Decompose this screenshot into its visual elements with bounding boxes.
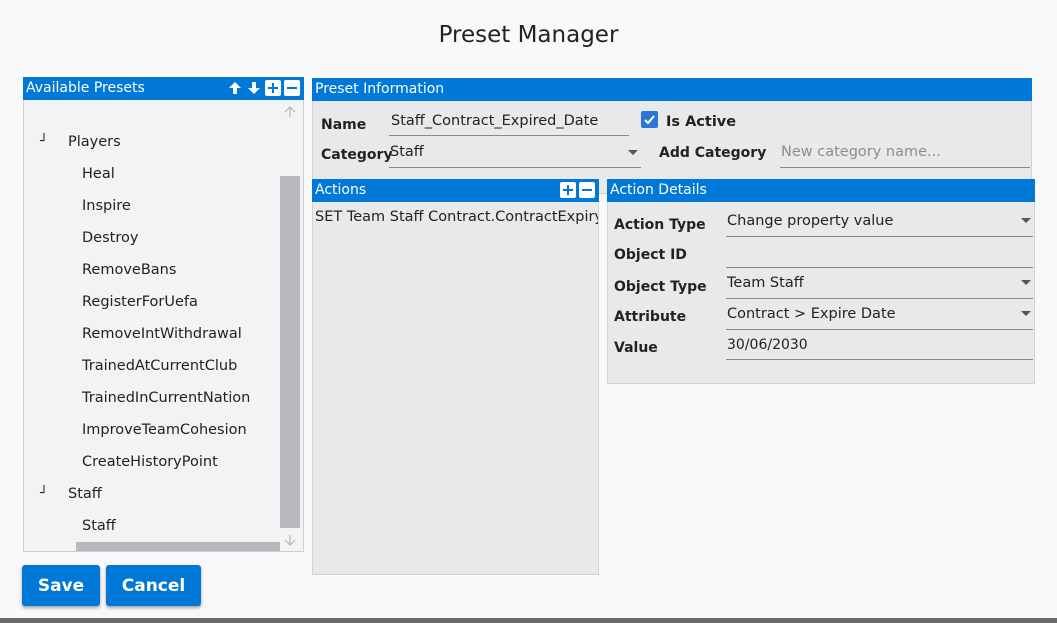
name-input[interactable]: Staff_Contract_Expired_Date xyxy=(391,113,598,129)
chevron-down-icon[interactable] xyxy=(1021,280,1031,285)
available-presets-header: Available Presets xyxy=(23,77,304,100)
scroll-down-icon[interactable] xyxy=(284,534,296,546)
is-active-label: Is Active xyxy=(666,114,737,130)
action-details-panel: Action Details Action Type Change proper… xyxy=(607,179,1035,384)
value-label: Value xyxy=(614,340,658,356)
tree-item-createhistorypoint[interactable]: CreateHistoryPoint xyxy=(24,446,218,478)
tree-item-destroy[interactable]: Destroy xyxy=(24,222,138,254)
scroll-thumb[interactable] xyxy=(280,176,300,528)
chevron-down-icon[interactable] xyxy=(628,150,638,155)
preset-information-panel: Preset Information Name Staff_Contract_E… xyxy=(312,78,1032,194)
presets-tree: ┘ Players Heal Inspire Destroy RemoveBan… xyxy=(23,100,304,552)
name-label: Name xyxy=(321,117,367,133)
action-type-dropdown[interactable]: Change property value xyxy=(727,213,893,229)
tree-item-removebans[interactable]: RemoveBans xyxy=(24,254,176,286)
add-action-icon[interactable] xyxy=(560,182,576,198)
value-input[interactable]: 30/06/2030 xyxy=(727,337,808,353)
available-presets-panel: Available Presets ┘ Players Heal Inspire… xyxy=(23,77,304,552)
tree-item-registerforuefa[interactable]: RegisterForUefa xyxy=(24,286,198,318)
available-presets-title: Available Presets xyxy=(26,80,145,96)
arrow-down-icon[interactable] xyxy=(246,80,262,96)
object-id-label: Object ID xyxy=(614,247,687,263)
tree-item-improveteamcohesion[interactable]: ImproveTeamCohesion xyxy=(24,414,247,446)
add-category-input[interactable]: New category name... xyxy=(781,144,941,160)
cancel-button[interactable]: Cancel xyxy=(106,565,201,606)
remove-action-icon[interactable] xyxy=(579,182,595,198)
actions-list: SET Team Staff Contract.ContractExpiryDa… xyxy=(312,202,599,575)
action-list-item[interactable]: SET Team Staff Contract.ContractExpiryDa… xyxy=(313,206,598,228)
collapse-icon[interactable]: ┘ xyxy=(40,126,48,158)
preset-information-header: Preset Information xyxy=(312,78,1032,101)
tree-group-staff[interactable]: ┘ Staff xyxy=(24,478,102,510)
tree-item-inspire[interactable]: Inspire xyxy=(24,190,131,222)
actions-panel: Actions SET Team Staff Contract.Contract… xyxy=(312,179,599,575)
action-details-header: Action Details xyxy=(607,179,1035,202)
actions-header: Actions xyxy=(312,179,599,202)
attribute-label: Attribute xyxy=(614,309,687,325)
tree-group-players[interactable]: ┘ Players xyxy=(24,126,121,158)
preset-manager-window: Preset Manager Available Presets ┘ Playe… xyxy=(0,0,1057,618)
chevron-down-icon[interactable] xyxy=(1021,218,1031,223)
tree-item-staff-contract-expired-date[interactable]: Staff_Contract_Expired_Date xyxy=(76,542,289,551)
tree-item-staff[interactable]: Staff xyxy=(24,510,116,542)
presets-scrollbar[interactable] xyxy=(280,100,300,551)
add-category-label: Add Category xyxy=(659,145,767,161)
checkmark-icon xyxy=(644,115,655,125)
scroll-up-icon[interactable] xyxy=(284,106,296,118)
remove-icon[interactable] xyxy=(284,80,300,96)
tree-item-trainedincurrentnation[interactable]: TrainedInCurrentNation xyxy=(24,382,250,414)
arrow-up-icon[interactable] xyxy=(227,80,243,96)
is-active-checkbox[interactable] xyxy=(641,111,658,128)
category-dropdown[interactable]: Staff xyxy=(390,144,424,160)
object-type-label: Object Type xyxy=(614,279,707,295)
action-type-label: Action Type xyxy=(614,217,706,233)
chevron-down-icon[interactable] xyxy=(1021,311,1031,316)
object-type-dropdown[interactable]: Team Staff xyxy=(727,275,804,291)
save-button[interactable]: Save xyxy=(22,565,100,606)
tree-item-heal[interactable]: Heal xyxy=(24,158,115,190)
attribute-dropdown[interactable]: Contract > Expire Date xyxy=(727,306,896,322)
collapse-icon[interactable]: ┘ xyxy=(40,478,48,510)
add-icon[interactable] xyxy=(265,80,281,96)
category-label: Category xyxy=(321,147,393,163)
window-title: Preset Manager xyxy=(438,22,619,48)
tree-item-removeintwithdrawal[interactable]: RemoveIntWithdrawal xyxy=(24,318,242,350)
tree-item-trainedatcurrentclub[interactable]: TrainedAtCurrentClub xyxy=(24,350,237,382)
window-bottom-edge xyxy=(0,618,1057,623)
